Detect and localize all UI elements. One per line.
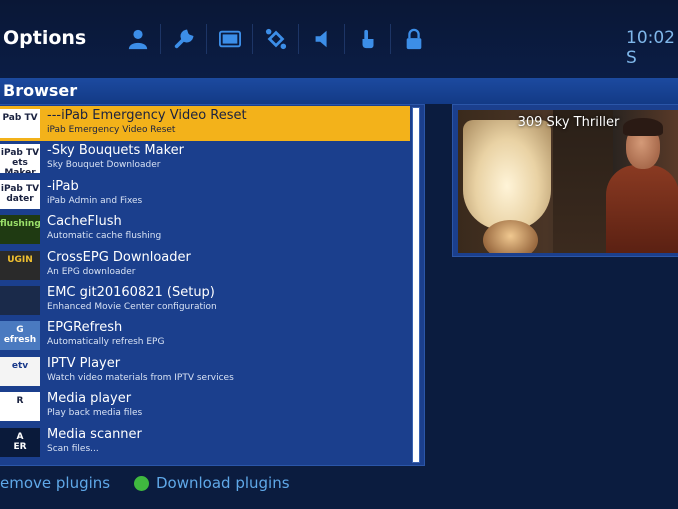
- plugin-description: Watch video materials from IPTV services: [47, 372, 234, 383]
- plugin-list-item[interactable]: iPab TV ets Maker -Sky Bouquets Maker Sky …: [0, 141, 410, 176]
- user-icon: [128, 29, 147, 50]
- plugin-description: Enhanced Movie Center configuration: [47, 301, 217, 312]
- page-title: Options: [3, 27, 87, 49]
- plugin-thumbnail: A ER: [0, 427, 40, 457]
- plugin-thumbnail: G efresh: [0, 321, 40, 351]
- plugin-thumbnail: flushing: [0, 215, 40, 245]
- plugin-list: Pab TV ---iPab Emergency Video Reset iPab …: [0, 106, 410, 460]
- plugin-list-item[interactable]: R Media player Play back media files: [0, 389, 410, 424]
- plugin-title: IPTV Player: [47, 355, 121, 371]
- section-title: Browser: [3, 81, 78, 100]
- plugin-title: EPGRefresh: [47, 320, 123, 336]
- plugin-list-item[interactable]: Pab TV ---iPab Emergency Video Reset iPab …: [0, 106, 410, 142]
- plugin-title: CacheFlush: [47, 214, 122, 230]
- plugin-description: Scan files...: [47, 443, 99, 454]
- settings-button[interactable]: [161, 24, 207, 54]
- user-button[interactable]: [115, 24, 161, 54]
- channel-name: 309 Sky Thriller: [517, 115, 620, 130]
- audio-button[interactable]: [299, 24, 345, 54]
- plugin-title: ---iPab Emergency Video Reset: [47, 108, 247, 123]
- scene-person-body: [606, 165, 678, 253]
- plugin-list-item[interactable]: A ER Media scanner Scan files...: [0, 425, 410, 460]
- preview-video-frame: 309 Sky Thriller: [458, 110, 678, 253]
- plugin-description: Play back media files: [47, 408, 143, 419]
- hand-pointer-icon: [362, 29, 373, 49]
- scene-lamp-shade: [463, 120, 551, 230]
- plugin-description: Sky Bouquet Downloader: [47, 160, 161, 171]
- lock-icon: [406, 28, 422, 50]
- plugin-thumbnail: [0, 285, 40, 315]
- section-header: Browser: [0, 78, 678, 104]
- download-plugins-button[interactable]: Download plugins: [156, 474, 290, 492]
- satellite-button[interactable]: [253, 24, 299, 54]
- plugin-description: Automatically refresh EPG: [47, 337, 165, 348]
- clock: 10:02 S: [626, 28, 675, 68]
- speaker-icon: [315, 30, 327, 48]
- plugin-list-panel: Pab TV ---iPab Emergency Video Reset iPab …: [0, 104, 425, 466]
- plugin-title: -iPab: [47, 178, 79, 194]
- tv-preview: 309 Sky Thriller: [452, 104, 678, 257]
- plugin-thumbnail: etv: [0, 356, 40, 386]
- plugin-thumbnail: Pab TV: [0, 109, 40, 138]
- action-bar: emove plugins Download plugins: [0, 466, 678, 509]
- plugin-thumbnail: UGIN: [0, 250, 40, 280]
- plugin-list-item[interactable]: etv IPTV Player Watch video materials from…: [0, 354, 410, 389]
- plugin-list-item[interactable]: flushing CacheFlush Automatic cache flushi…: [0, 212, 410, 247]
- display-button[interactable]: [207, 24, 253, 54]
- plugin-description: iPab Emergency Video Reset: [47, 125, 176, 135]
- parental-lock-button[interactable]: [391, 24, 437, 54]
- plugin-thumbnail: iPab TV dater: [0, 179, 40, 209]
- plugin-description: Automatic cache flushing: [47, 231, 162, 242]
- plugin-description: iPab Admin and Fixes: [47, 195, 143, 206]
- plugin-title: CrossEPG Downloader: [47, 249, 191, 265]
- plugin-title: Media player: [47, 391, 132, 407]
- scrollbar[interactable]: [412, 107, 420, 463]
- plugin-title: Media scanner: [47, 426, 142, 442]
- wrench-icon: [174, 29, 193, 49]
- plugin-title: -Sky Bouquets Maker: [47, 143, 185, 159]
- toolbar: [115, 24, 437, 54]
- remove-plugins-button[interactable]: emove plugins: [0, 474, 110, 492]
- green-key-icon: [134, 476, 149, 491]
- scene-lamp-base: [483, 220, 538, 253]
- interaction-button[interactable]: [345, 24, 391, 54]
- plugin-list-item[interactable]: UGIN CrossEPG Downloader An EPG downloader: [0, 248, 410, 283]
- satellite-icon: [265, 28, 286, 50]
- plugin-thumbnail: R: [0, 392, 40, 422]
- screen-icon: [218, 30, 241, 48]
- scene-wall: [553, 110, 613, 253]
- plugin-description: An EPG downloader: [47, 266, 136, 277]
- plugin-list-item[interactable]: G efresh EPGRefresh Automatically refresh …: [0, 318, 410, 353]
- plugin-list-item[interactable]: EMC git20160821 (Setup) Enhanced Movie Ce…: [0, 283, 410, 318]
- plugin-thumbnail: iPab TV ets Maker: [0, 144, 40, 174]
- scrollbar-thumb[interactable]: [413, 108, 419, 462]
- plugin-title: EMC git20160821 (Setup): [47, 284, 215, 300]
- plugin-list-item[interactable]: iPab TV dater -iPab iPab Admin and Fixes: [0, 177, 410, 212]
- top-bar: Options 10:02 S: [0, 0, 678, 78]
